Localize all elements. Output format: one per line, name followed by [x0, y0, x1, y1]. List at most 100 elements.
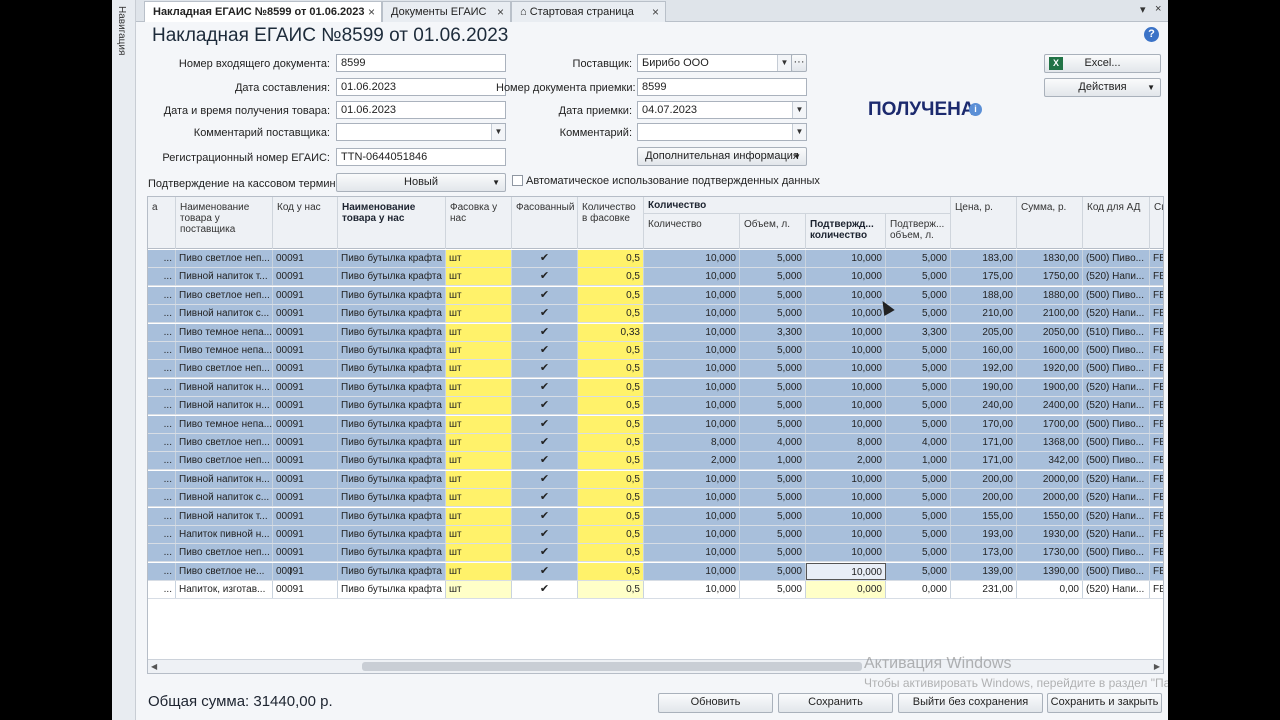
cell-col-13[interactable]: (520) Напи... [1083, 507, 1150, 525]
cell-col-1[interactable]: Пиво светлое неп... [176, 544, 273, 562]
cell-col-4[interactable]: шт [446, 323, 512, 341]
cell-col-12[interactable]: 1750,00 [1017, 268, 1083, 286]
cell-col-11[interactable]: 160,00 [951, 342, 1017, 359]
column-header-12[interactable]: Сумма, р. [1017, 197, 1083, 249]
packaged-checkbox[interactable]: ✔ [512, 526, 578, 543]
cell-col-10[interactable]: 1,000 [886, 452, 951, 470]
table-row[interactable]: ... Пивной напиток с... 00091 Пиво бутылка … [148, 305, 1163, 324]
packaged-checkbox[interactable]: ✔ [512, 581, 578, 599]
cell-col-1[interactable]: Пиво светлое неп... [176, 250, 273, 267]
column-header-7[interactable]: Количество [644, 214, 740, 249]
cell-col-14[interactable]: FB [1150, 305, 1163, 323]
cell-col-11[interactable]: 192,00 [951, 360, 1017, 378]
cell-col-10[interactable]: 5,000 [886, 544, 951, 562]
cell-col-7[interactable]: 10,000 [644, 581, 740, 599]
table-row[interactable]: ... Пивной напиток т... 00091 Пиво бутылка … [148, 268, 1163, 287]
cell-col-1[interactable]: Пиво темное непа... [176, 323, 273, 341]
row-marker-cell[interactable]: ... [148, 507, 176, 525]
row-marker-cell[interactable]: ... [148, 470, 176, 488]
cell-col-11[interactable]: 175,00 [951, 268, 1017, 286]
cell-col-10[interactable]: 5,000 [886, 378, 951, 396]
column-header-10[interactable]: Подтверж... объем, л. [886, 214, 951, 249]
packaged-checkbox[interactable]: ✔ [512, 397, 578, 415]
table-row[interactable]: ... Пиво светлое неп... 00091 Пиво бутылка … [148, 544, 1163, 563]
scroll-left-icon[interactable]: ◀ [151, 660, 157, 673]
cell-col-11[interactable]: 240,00 [951, 397, 1017, 415]
table-row[interactable]: ... Пивной напиток н... 00091 Пиво бутылка … [148, 378, 1163, 397]
packaged-checkbox[interactable]: ✔ [512, 415, 578, 433]
cell-col-7[interactable]: 10,000 [644, 268, 740, 286]
cell-col-9[interactable]: 10,000 [806, 507, 886, 525]
cell-col-13[interactable]: (500) Пиво... [1083, 360, 1150, 378]
row-marker-cell[interactable]: ... [148, 323, 176, 341]
cell-col-7[interactable]: 10,000 [644, 415, 740, 433]
cell-col-8[interactable]: 5,000 [740, 360, 806, 378]
packaged-checkbox[interactable]: ✔ [512, 250, 578, 267]
scroll-right-icon[interactable]: ▶ [1154, 660, 1160, 673]
cell-col-11[interactable]: 200,00 [951, 489, 1017, 507]
cell-col-1[interactable]: Пивной напиток с... [176, 489, 273, 507]
cell-col-12[interactable]: 2000,00 [1017, 470, 1083, 488]
row-marker-cell[interactable]: ... [148, 397, 176, 415]
cell-col-7[interactable]: 10,000 [644, 544, 740, 562]
cell-col-12[interactable]: 1550,00 [1017, 507, 1083, 525]
row-marker-cell[interactable]: ... [148, 250, 176, 267]
window-close-icon[interactable]: × [1155, 3, 1161, 15]
cell-col-9[interactable]: 10,000 [806, 397, 886, 415]
cell-col-13[interactable]: (500) Пиво... [1083, 342, 1150, 359]
cell-col-7[interactable]: 8,000 [644, 434, 740, 451]
supplier-select-button[interactable]: ··· [791, 54, 807, 72]
cell-col-10[interactable]: 5,000 [886, 305, 951, 323]
cell-col-8[interactable]: 5,000 [740, 470, 806, 488]
cell-col-1[interactable]: Пиво светлое неп... [176, 360, 273, 378]
cell-col-8[interactable]: 5,000 [740, 526, 806, 543]
cell-col-12[interactable]: 2400,00 [1017, 397, 1083, 415]
row-marker-cell[interactable]: ... [148, 378, 176, 396]
packaged-checkbox[interactable]: ✔ [512, 323, 578, 341]
cell-col-13[interactable]: (520) Напи... [1083, 581, 1150, 599]
cell-col-2[interactable]: 00091 [273, 342, 338, 359]
cell-col-13[interactable]: (500) Пиво... [1083, 562, 1150, 580]
cell-col-12[interactable]: 1600,00 [1017, 342, 1083, 359]
cell-col-1[interactable]: Пивной напиток н... [176, 378, 273, 396]
cell-col-7[interactable]: 10,000 [644, 305, 740, 323]
cell-col-6[interactable]: 0,5 [578, 452, 644, 470]
extra-info-button[interactable]: Дополнительная информация ▼ [637, 147, 807, 166]
cell-col-2[interactable]: 00091 [273, 434, 338, 451]
actions-button[interactable]: Действия ▼ [1044, 78, 1161, 97]
cell-col-2[interactable]: 00091 [273, 470, 338, 488]
column-header-1[interactable]: Наименование товара у поставщика [176, 197, 273, 249]
cell-col-1[interactable]: Пиво светлое неп... [176, 286, 273, 304]
cell-col-13[interactable]: (520) Напи... [1083, 378, 1150, 396]
cell-col-9[interactable]: 8,000 [806, 434, 886, 451]
cell-col-13[interactable]: (500) Пиво... [1083, 452, 1150, 470]
packaged-checkbox[interactable]: ✔ [512, 489, 578, 507]
cell-col-6[interactable]: 0,5 [578, 286, 644, 304]
cell-col-4[interactable]: шт [446, 342, 512, 359]
cell-col-13[interactable]: (520) Напи... [1083, 470, 1150, 488]
cell-col-1[interactable]: Напиток, изготав... [176, 581, 273, 599]
cell-col-6[interactable]: 0,5 [578, 360, 644, 378]
cell-col-7[interactable]: 10,000 [644, 470, 740, 488]
cell-col-4[interactable]: шт [446, 397, 512, 415]
cell-col-2[interactable]: 00091 [273, 581, 338, 599]
date-compiled-field[interactable]: 01.06.2023 [336, 78, 506, 96]
tab-invoice[interactable]: Накладная ЕГАИС №8599 от 01.06.2023 × [144, 1, 382, 22]
cell-col-8[interactable]: 5,000 [740, 415, 806, 433]
cell-col-9[interactable]: 2,000 [806, 452, 886, 470]
cell-col-8[interactable]: 4,000 [740, 434, 806, 451]
cell-col-10[interactable]: 5,000 [886, 286, 951, 304]
cell-col-4[interactable]: шт [446, 562, 512, 580]
cell-col-6[interactable]: 0,5 [578, 434, 644, 451]
cell-col-10[interactable]: 5,000 [886, 526, 951, 543]
table-row[interactable]: ... Пиво светлое неп... 00091 Пиво бутылка … [148, 250, 1163, 268]
table-row[interactable]: ... Напиток пивной н... 00091 Пиво бутылка … [148, 526, 1163, 544]
cashier-confirm-select[interactable]: Новый ▼ [336, 173, 506, 192]
cell-col-14[interactable]: FB [1150, 342, 1163, 359]
cell-col-13[interactable]: (510) Пиво... [1083, 323, 1150, 341]
cell-col-6[interactable]: 0,5 [578, 268, 644, 286]
row-marker-cell[interactable]: ... [148, 360, 176, 378]
cell-col-2[interactable]: 00091 [273, 415, 338, 433]
cell-col-10[interactable]: 5,000 [886, 489, 951, 507]
cell-col-12[interactable]: 1830,00 [1017, 250, 1083, 267]
